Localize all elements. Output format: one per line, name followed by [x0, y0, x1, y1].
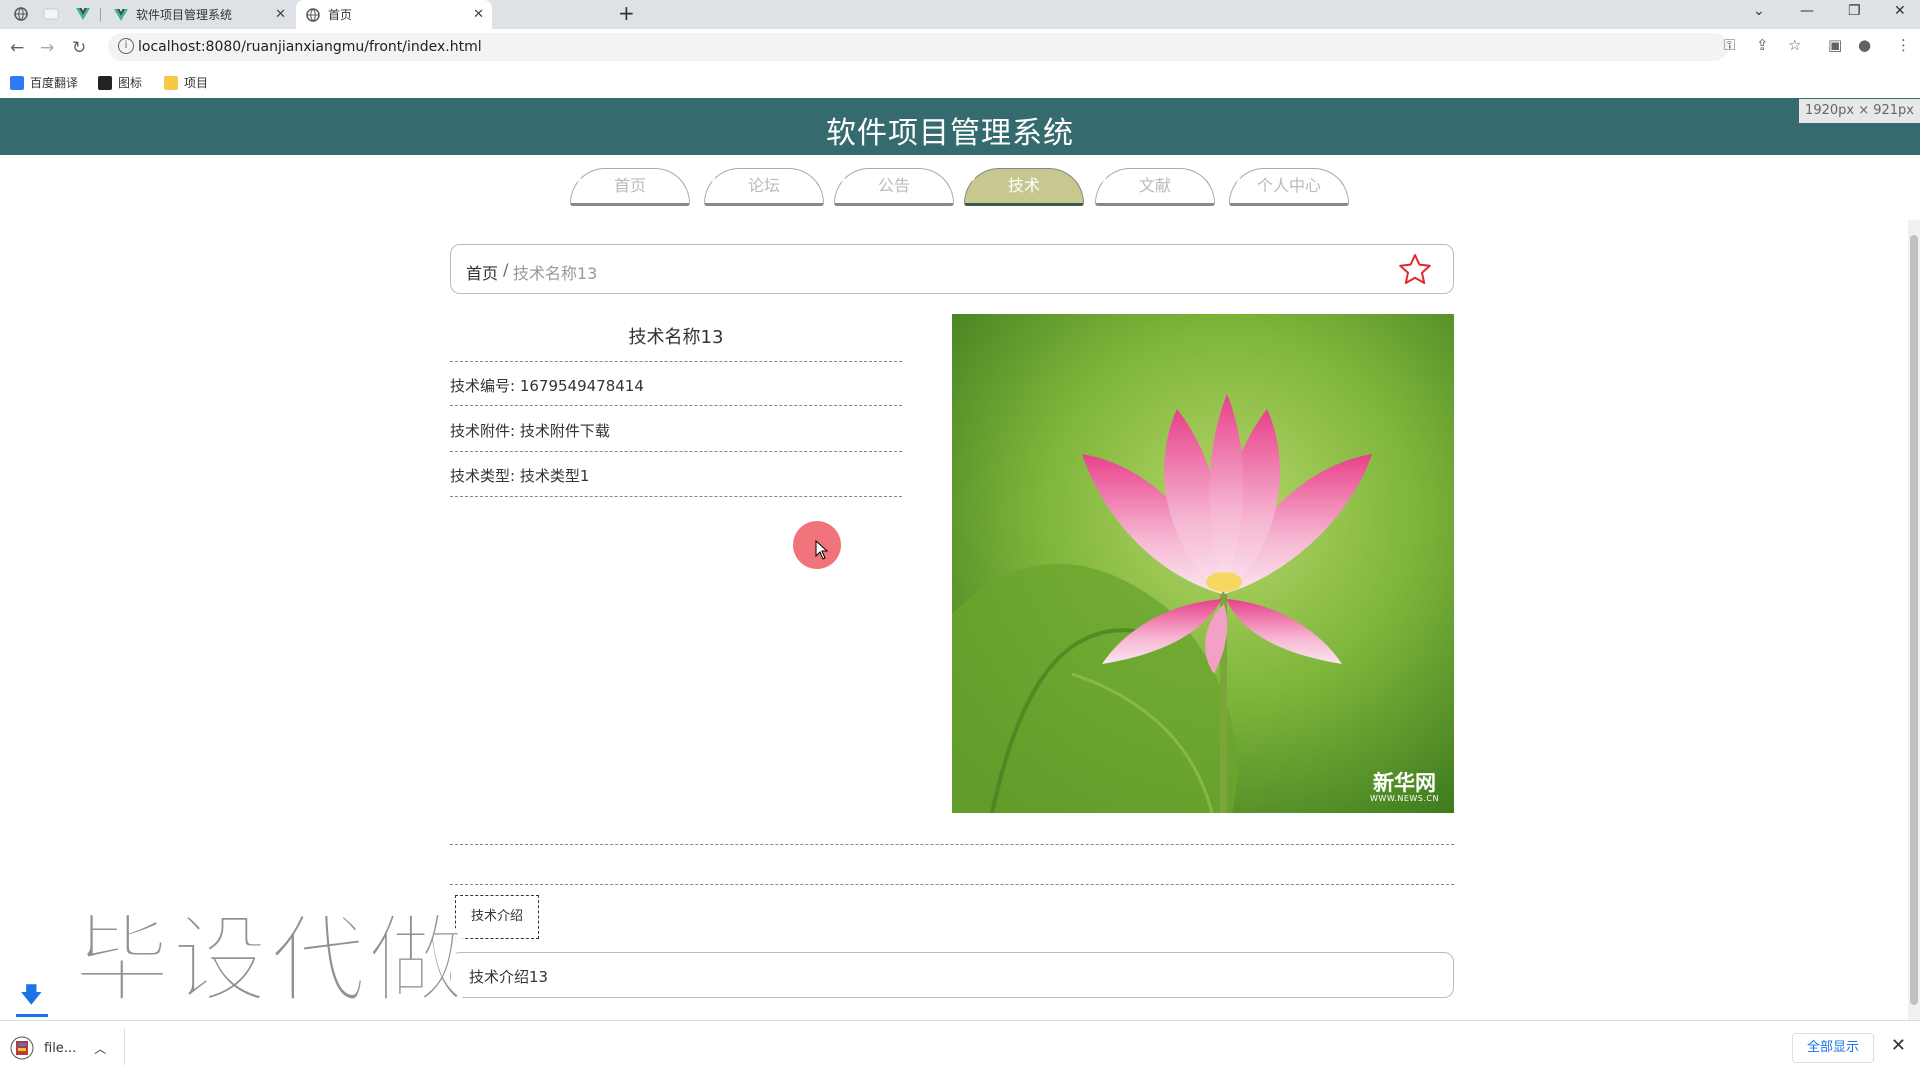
download-progress-line — [16, 1014, 48, 1017]
tab-title: 软件项目管理系统 — [136, 8, 233, 22]
close-tab-icon[interactable]: ✕ — [473, 7, 484, 22]
nav-home[interactable]: 首页 — [570, 168, 690, 206]
bookmarks-bar: 百度翻译 图标 项目 — [0, 66, 1920, 98]
new-tab-button[interactable]: + — [618, 1, 635, 25]
xinhua-watermark: 新华网 WWW.NEWS.CN — [1370, 770, 1439, 804]
field-tech-number: 技术编号: 1679549478414 — [450, 377, 644, 395]
download-arrow-icon[interactable]: 🡇 — [20, 978, 43, 1016]
bookmark-label: 项目 — [184, 76, 209, 90]
blank-page-icon[interactable] — [40, 5, 62, 23]
show-all-downloads-button[interactable]: 全部显示 — [1791, 1033, 1874, 1063]
browser-toolbar: ← → ↻ i localhost:8080/ruanjianxiangmu/f… — [0, 29, 1920, 66]
info-icon[interactable]: i — [118, 38, 134, 54]
vue-logo-icon[interactable] — [72, 5, 94, 23]
breadcrumb-separator: / — [503, 260, 509, 279]
divider — [450, 451, 902, 452]
close-downloads-icon[interactable]: ✕ — [1891, 1035, 1906, 1056]
detail-title: 技术名称13 — [628, 327, 724, 348]
scroll-thumb[interactable] — [1910, 235, 1918, 1005]
breadcrumb-home[interactable]: 首页 — [466, 260, 498, 284]
close-tab-icon[interactable]: ✕ — [275, 7, 286, 22]
watermark-small: WWW.NEWS.CN — [1370, 794, 1439, 803]
folder-icon — [164, 75, 178, 90]
tab-home[interactable]: 首页 ✕ — [296, 0, 492, 29]
url-text[interactable]: localhost:8080/ruanjianxiangmu/front/ind… — [138, 39, 482, 55]
favorite-star-icon[interactable] — [1397, 252, 1433, 288]
mouse-cursor-icon — [815, 540, 829, 560]
tab-tech-intro[interactable]: 技术介绍 — [455, 895, 539, 939]
side-panel-icon[interactable]: ▣ — [1828, 36, 1842, 54]
field-tech-type: 技术类型: 技术类型1 — [450, 467, 590, 485]
menu-icon[interactable]: ⋮ — [1896, 36, 1911, 54]
divider — [450, 405, 902, 406]
intro-content: 技术介绍13 — [469, 968, 549, 986]
intro-content-box: 技术介绍13 — [450, 952, 1454, 998]
image-icon — [98, 75, 112, 90]
chevron-up-icon[interactable]: ︿ — [94, 1040, 106, 1057]
tab-separator — [100, 8, 101, 22]
vue-logo-icon — [114, 8, 128, 22]
page-scrollbar[interactable] — [1908, 220, 1920, 1020]
site-title: 软件项目管理系统 — [826, 116, 1074, 151]
divider — [450, 844, 1454, 845]
bookmark-project[interactable]: 项目 — [164, 74, 208, 91]
browser-tab-bar: 软件项目管理系统 ✕ 首页 ✕ + ⌄ — ❐ ✕ — [0, 0, 1920, 29]
nav-forum[interactable]: 论坛 — [704, 168, 824, 206]
share-icon[interactable]: ⇪ — [1756, 36, 1769, 54]
back-icon[interactable]: ← — [10, 38, 24, 58]
globe-icon[interactable] — [10, 5, 32, 23]
globe-icon — [306, 7, 320, 22]
tab-software-project[interactable]: 软件项目管理系统 ✕ — [104, 0, 294, 29]
tab-search-icon[interactable]: ⌄ — [1753, 3, 1765, 19]
overlay-watermark: 毕设代做 — [73, 903, 466, 1017]
downloads-bar: file... ︿ 全部显示 ✕ — [0, 1020, 1920, 1072]
watermark-big: 新华网 — [1373, 770, 1436, 795]
nav-announcement[interactable]: 公告 — [834, 168, 954, 206]
site-header: 软件项目管理系统 — [0, 98, 1920, 155]
reload-icon[interactable]: ↻ — [72, 38, 86, 58]
tab-title: 首页 — [328, 8, 353, 22]
viewport-size-badge: 1920px × 921px — [1799, 99, 1920, 123]
restore-icon[interactable]: ❐ — [1848, 3, 1861, 19]
download-item[interactable]: file... ︿ — [10, 1036, 106, 1060]
key-icon[interactable]: ⚿ — [1724, 36, 1735, 54]
tech-image: 新华网 WWW.NEWS.CN — [952, 314, 1454, 813]
forward-icon[interactable]: → — [40, 38, 54, 58]
bookmark-baidu-translate[interactable]: 百度翻译 — [10, 74, 78, 91]
nav-literature[interactable]: 文献 — [1095, 168, 1215, 206]
divider — [450, 496, 902, 497]
profile-icon[interactable]: ● — [1858, 36, 1871, 54]
translate-icon — [10, 75, 24, 90]
download-filename: file... — [44, 1040, 77, 1056]
field-tech-attachment[interactable]: 技术附件: 技术附件下载 — [450, 420, 610, 441]
divider — [450, 884, 1454, 885]
minimize-icon[interactable]: — — [1800, 3, 1814, 19]
address-bar[interactable]: i localhost:8080/ruanjianxiangmu/front/i… — [108, 33, 1728, 61]
nav-personal-center[interactable]: 个人中心 — [1229, 168, 1349, 206]
bookmark-label: 百度翻译 — [30, 76, 79, 90]
breadcrumb-current: 技术名称13 — [513, 264, 598, 283]
divider — [450, 361, 902, 362]
nav-technology[interactable]: 技术 — [964, 168, 1084, 206]
close-window-icon[interactable]: ✕ — [1894, 3, 1906, 19]
archive-file-icon — [10, 1036, 34, 1060]
breadcrumb: 首页 / 技术名称13 — [450, 244, 1454, 294]
bookmark-star-icon[interactable]: ☆ — [1788, 36, 1801, 54]
divider — [124, 1029, 125, 1065]
bookmark-label: 图标 — [118, 76, 143, 90]
bookmark-icons[interactable]: 图标 — [98, 74, 142, 91]
